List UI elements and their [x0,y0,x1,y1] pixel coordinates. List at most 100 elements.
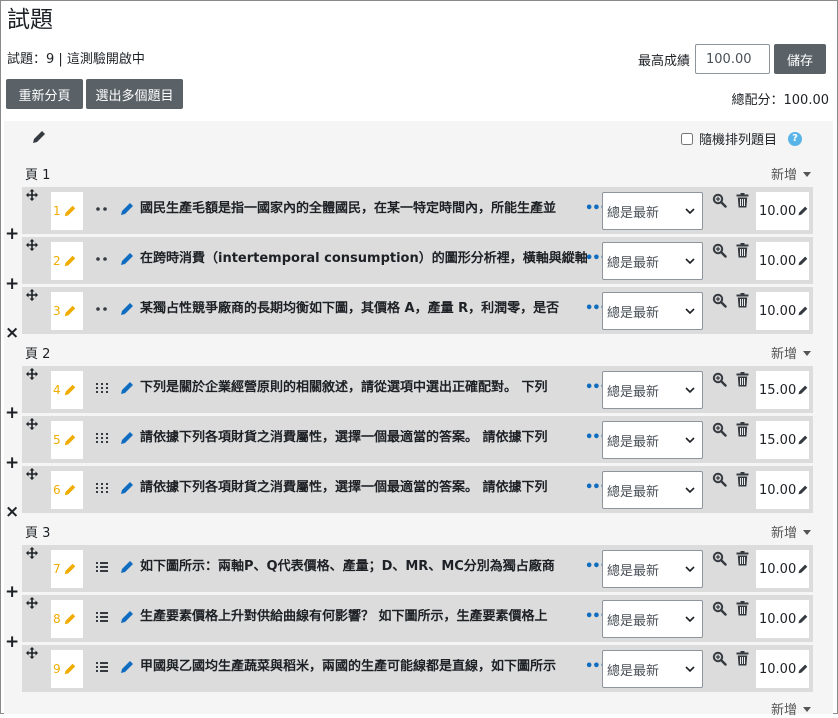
edit-number-icon[interactable] [63,662,77,676]
edit-number-icon[interactable] [63,562,77,576]
edit-mark-icon[interactable] [797,483,809,497]
edit-mark-icon[interactable] [797,304,809,318]
question-text[interactable]: 生產要素價格上升對供給曲線有何影響？ 如下圖所示，生產要素價格上 [140,609,587,625]
move-icon[interactable] [26,289,38,301]
question-text[interactable]: 甲國與乙國均生產蔬菜與稻米，兩國的生產可能線都是直線，如下圖所示 [140,659,587,675]
trash-icon[interactable] [736,472,749,487]
version-select[interactable]: 總是最新 [602,192,703,230]
page-break-toggle[interactable]: + [5,584,19,601]
edit-mark-icon[interactable] [797,383,809,397]
move-icon[interactable] [26,597,38,609]
pencil-icon[interactable] [31,129,47,145]
version-select[interactable]: 總是最新 [602,371,703,409]
preview-icon[interactable] [712,551,727,566]
trash-icon[interactable] [736,372,749,387]
page-break-toggle[interactable]: × [5,325,19,342]
preview-icon[interactable] [712,372,727,387]
move-icon[interactable] [26,368,38,380]
version-select[interactable]: 總是最新 [602,292,703,330]
edit-number-icon[interactable] [63,254,77,268]
move-icon[interactable] [26,418,38,430]
help-icon[interactable]: ? [788,131,802,146]
page-break-toggle[interactable]: + [5,226,19,243]
edit-number-icon[interactable] [63,612,77,626]
add-menu[interactable]: 新增 [771,699,811,718]
page-break-toggle[interactable]: + [5,455,19,472]
preview-icon[interactable] [712,651,727,666]
version-select[interactable]: 總是最新 [602,650,703,688]
preview-icon[interactable] [712,472,727,487]
question-mark[interactable]: 10.00 [756,550,809,588]
preview-icon[interactable] [712,243,727,258]
edit-question-icon[interactable] [119,480,135,496]
version-select[interactable]: 總是最新 [602,550,703,588]
page-break-toggle[interactable]: + [5,276,19,293]
trash-icon[interactable] [736,422,749,437]
edit-question-icon[interactable] [119,201,135,217]
question-text[interactable]: 如下圖所示：兩軸P、Q代表價格、產量；D、MR、MC分別為獨占廠商 [140,559,587,575]
version-select[interactable]: 總是最新 [602,471,703,509]
edit-question-icon[interactable] [119,301,135,317]
page-break-toggle[interactable]: + [5,634,19,651]
trash-icon[interactable] [736,651,749,666]
question-text[interactable]: 國民生產毛額是指一國家內的全體國民，在某一特定時間內，所能生產並 [140,201,587,217]
move-icon[interactable] [26,547,38,559]
page-break-toggle[interactable]: × [5,504,19,521]
version-select[interactable]: 總是最新 [602,421,703,459]
trash-icon[interactable] [736,293,749,308]
edit-mark-icon[interactable] [797,254,809,268]
move-icon[interactable] [26,468,38,480]
add-menu[interactable]: 新增 [771,343,811,362]
question-mark[interactable]: 15.00 [756,371,809,409]
move-icon[interactable] [26,189,38,201]
edit-mark-icon[interactable] [797,433,809,447]
edit-mark-icon[interactable] [797,662,809,676]
trash-icon[interactable] [736,601,749,616]
question-mark[interactable]: 10.00 [756,292,809,330]
question-text[interactable]: 在跨時消費（intertemporal consumption）的圖形分析裡，橫… [140,251,587,267]
max-grade-input[interactable] [695,44,770,74]
edit-mark-icon[interactable] [797,204,809,218]
preview-icon[interactable] [712,193,727,208]
question-text[interactable]: 請依據下列各項財貨之消費屬性，選擇一個最適當的答案。 請依據下列 [140,480,587,496]
add-menu[interactable]: 新增 [771,522,811,541]
edit-mark-icon[interactable] [797,562,809,576]
edit-number-icon[interactable] [63,204,77,218]
edit-question-icon[interactable] [119,609,135,625]
edit-number-icon[interactable] [63,383,77,397]
preview-icon[interactable] [712,601,727,616]
shuffle-checkbox[interactable] [680,132,693,145]
question-mark[interactable]: 10.00 [756,192,809,230]
question-mark[interactable]: 10.00 [756,600,809,638]
edit-question-icon[interactable] [119,430,135,446]
edit-number-icon[interactable] [63,483,77,497]
edit-question-icon[interactable] [119,251,135,267]
move-icon[interactable] [26,239,38,251]
edit-question-icon[interactable] [119,659,135,675]
save-button[interactable]: 儲存 [774,44,826,74]
move-icon[interactable] [26,647,38,659]
trash-icon[interactable] [736,551,749,566]
select-multiple-button[interactable]: 選出多個題目 [86,79,183,109]
edit-mark-icon[interactable] [797,612,809,626]
edit-number-icon[interactable] [63,304,77,318]
question-mark[interactable]: 10.00 [756,471,809,509]
question-text[interactable]: 某獨占性競爭廠商的長期均衡如下圖，其價格 A，產量 R，利潤零，是否 [140,301,587,317]
question-mark[interactable]: 10.00 [756,650,809,688]
version-select[interactable]: 總是最新 [602,600,703,638]
edit-question-icon[interactable] [119,380,135,396]
repaginate-button[interactable]: 重新分頁 [6,79,83,109]
trash-icon[interactable] [736,243,749,258]
preview-icon[interactable] [712,422,727,437]
question-mark[interactable]: 15.00 [756,421,809,459]
edit-question-icon[interactable] [119,559,135,575]
preview-icon[interactable] [712,293,727,308]
question-text[interactable]: 下列是關於企業經營原則的相關敘述，請從選項中選出正確配對。 下列 [140,380,587,396]
edit-number-icon[interactable] [63,433,77,447]
version-select[interactable]: 總是最新 [602,242,703,280]
question-mark[interactable]: 10.00 [756,242,809,280]
trash-icon[interactable] [736,193,749,208]
page-break-toggle[interactable]: + [5,405,19,422]
add-menu[interactable]: 新增 [771,164,811,183]
question-text[interactable]: 請依據下列各項財貨之消費屬性，選擇一個最適當的答案。 請依據下列 [140,430,587,446]
